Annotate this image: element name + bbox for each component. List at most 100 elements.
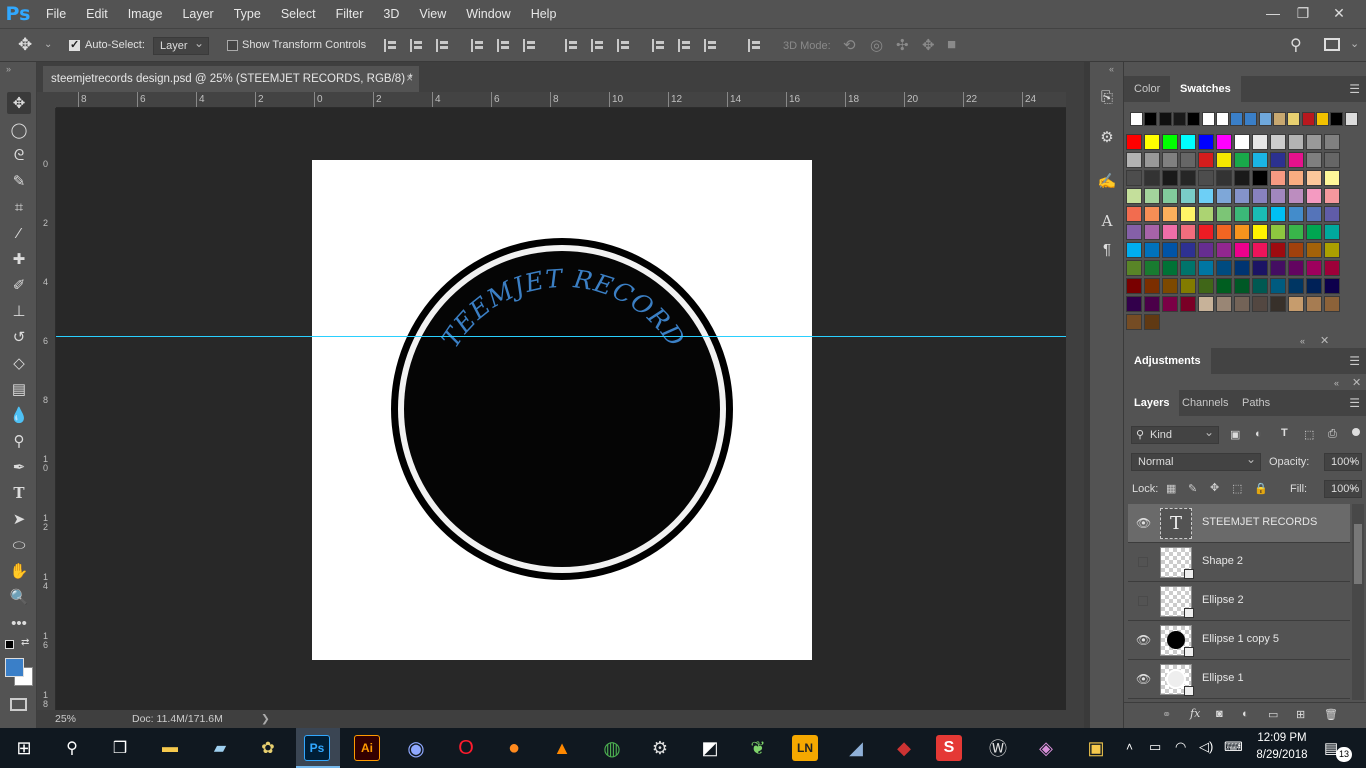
illustrator-taskbar-icon[interactable]: Ai	[354, 735, 380, 761]
horizontal-ruler[interactable]: 8 6 4 2 0 2 4 6 8 10 12 14 16 18 20 22 24	[56, 92, 1066, 108]
s-app-icon[interactable]: S	[936, 735, 962, 761]
new-group-icon[interactable]: ▭	[1268, 708, 1278, 721]
color-swatch[interactable]	[1126, 296, 1142, 312]
menu-window[interactable]: Window	[456, 0, 520, 28]
restore-button[interactable]: ❐	[1286, 0, 1320, 26]
color-swatch[interactable]	[1162, 260, 1178, 276]
color-swatch[interactable]	[1234, 224, 1250, 240]
swatches-menu-icon[interactable]: ☰	[1349, 82, 1360, 96]
default-colors-icon[interactable]	[5, 640, 14, 649]
color-swatch[interactable]	[1198, 170, 1214, 186]
3d-pan-icon[interactable]: ✣	[896, 36, 909, 54]
layer-name[interactable]: Ellipse 1	[1202, 672, 1244, 684]
distribute-hcenter-icon[interactable]	[678, 39, 692, 52]
layer-row[interactable]: 👁 Ellipse 1	[1128, 660, 1350, 699]
color-swatch[interactable]	[1144, 278, 1160, 294]
color-swatch[interactable]	[1216, 224, 1232, 240]
close-adjustments-icon[interactable]: ✕	[1320, 334, 1329, 347]
color-swatch[interactable]	[1258, 112, 1272, 126]
3d-roll-icon[interactable]: ◎	[870, 36, 883, 54]
document-canvas[interactable]: STEEMJET RECORDS	[303, 137, 812, 660]
color-swatch[interactable]	[1270, 134, 1286, 150]
color-swatch[interactable]	[1216, 278, 1232, 294]
character-panel-icon[interactable]: A	[1096, 210, 1118, 232]
type-tool-icon[interactable]: T	[7, 482, 31, 504]
delete-layer-icon[interactable]: 🗑	[1324, 708, 1338, 721]
tab-paths[interactable]: Paths	[1232, 390, 1280, 416]
quick-mask-icon[interactable]	[10, 698, 27, 711]
color-swatch[interactable]	[1324, 152, 1340, 168]
volume-icon[interactable]: ◁)	[1199, 739, 1213, 755]
document-tab[interactable]: steemjetrecords design.psd @ 25% (STEEMJ…	[43, 66, 419, 92]
menu-image[interactable]: Image	[118, 0, 173, 28]
move-tool-icon[interactable]: ✥	[7, 92, 31, 114]
color-swatch[interactable]	[1162, 278, 1178, 294]
color-swatch[interactable]	[1288, 188, 1304, 204]
horizontal-guide[interactable]	[56, 336, 1066, 337]
color-swatch[interactable]	[1162, 152, 1178, 168]
color-swatch[interactable]	[1330, 112, 1344, 126]
color-swatch[interactable]	[1180, 134, 1196, 150]
color-swatch[interactable]	[1180, 260, 1196, 276]
color-swatch[interactable]	[1180, 206, 1196, 222]
color-swatch[interactable]	[1162, 296, 1178, 312]
eraser-app-icon[interactable]: ◈	[1032, 734, 1060, 762]
notepad-icon[interactable]: ▰	[206, 734, 234, 762]
layers-scroll-thumb[interactable]	[1354, 524, 1362, 584]
color-swatch[interactable]	[1144, 242, 1160, 258]
search-icon[interactable]: ⚲	[58, 734, 86, 762]
color-swatch[interactable]	[1252, 224, 1268, 240]
color-swatch[interactable]	[1144, 296, 1160, 312]
tab-adjustments[interactable]: Adjustments	[1124, 348, 1211, 374]
color-swatch[interactable]	[1180, 278, 1196, 294]
color-swatch[interactable]	[1270, 224, 1286, 240]
lasso-tool-icon[interactable]: ᘓ	[7, 144, 31, 166]
auto-select-target-dropdown[interactable]: Layer	[153, 35, 209, 55]
vertical-ruler[interactable]: 0 2 4 6 8 10 12 14 16 18	[37, 108, 56, 710]
show-transform-checkbox[interactable]	[227, 40, 238, 51]
color-swatch[interactable]	[1234, 206, 1250, 222]
eye-icon[interactable]: 👁	[1136, 516, 1151, 530]
color-swatch[interactable]	[1216, 152, 1232, 168]
layer-row[interactable]: 👁 Ellipse 1 copy 5	[1128, 621, 1350, 660]
zoom-tool-icon[interactable]: 🔍	[7, 586, 31, 608]
color-swatch[interactable]	[1288, 152, 1304, 168]
color-swatch[interactable]	[1198, 134, 1214, 150]
history-panel-icon[interactable]: ⎘	[1096, 86, 1118, 108]
color-swatch[interactable]	[1234, 152, 1250, 168]
collapse-toolbar-icon[interactable]: »	[6, 64, 11, 74]
color-swatch[interactable]	[1234, 242, 1250, 258]
layer-thumbnail[interactable]: T	[1160, 508, 1192, 539]
color-swatch[interactable]	[1306, 134, 1322, 150]
history-brush-tool-icon[interactable]: ↺	[7, 326, 31, 348]
color-swatch[interactable]	[1144, 170, 1160, 186]
clock-time[interactable]: 12:09 PM	[1252, 732, 1312, 744]
clock-date[interactable]: 8/29/2018	[1252, 749, 1312, 761]
color-swatch[interactable]	[1288, 242, 1304, 258]
fx-icon[interactable]: fx	[1190, 707, 1200, 720]
document-app-icon[interactable]: ◩	[696, 734, 724, 762]
vertical-scroll-area[interactable]	[1066, 92, 1084, 710]
color-swatch[interactable]	[1252, 152, 1268, 168]
color-swatch[interactable]	[1270, 206, 1286, 222]
layer-name[interactable]: Ellipse 2	[1202, 594, 1244, 606]
menu-select[interactable]: Select	[271, 0, 326, 28]
auto-select-checkbox[interactable]	[69, 38, 80, 51]
color-swatch[interactable]	[1324, 206, 1340, 222]
menu-edit[interactable]: Edit	[76, 0, 118, 28]
color-swatch[interactable]	[1324, 188, 1340, 204]
layer-name[interactable]: Shape 2	[1202, 555, 1243, 567]
color-swatch[interactable]	[1273, 112, 1286, 126]
expand-panels-icon[interactable]: «	[1109, 64, 1114, 74]
color-swatch[interactable]	[1234, 260, 1250, 276]
swap-colors-icon[interactable]: ⇄	[21, 637, 29, 648]
opera-icon[interactable]: O	[452, 734, 480, 762]
pen-tool-icon[interactable]: ✒	[7, 456, 31, 478]
color-swatch[interactable]	[1306, 278, 1322, 294]
vlc-icon[interactable]: ▲	[548, 734, 576, 762]
color-swatch[interactable]	[1270, 260, 1286, 276]
color-swatch[interactable]	[1252, 206, 1268, 222]
color-swatch[interactable]	[1306, 152, 1322, 168]
opacity-input[interactable]: 100%	[1324, 451, 1362, 471]
color-swatch[interactable]	[1234, 170, 1250, 186]
